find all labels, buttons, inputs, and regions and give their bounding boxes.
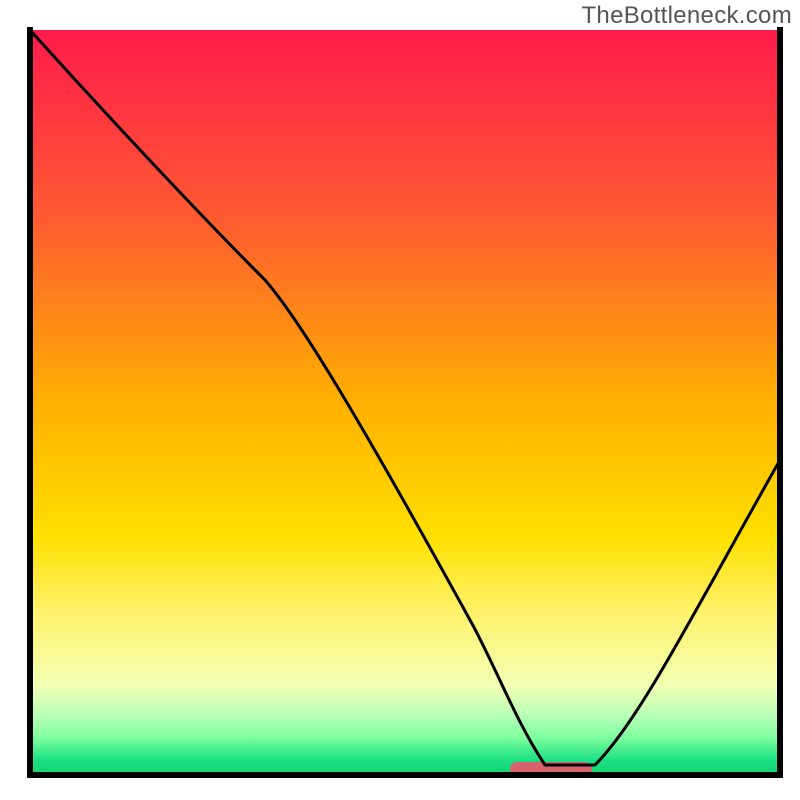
bottleneck-chart <box>0 0 800 800</box>
watermark-text: TheBottleneck.com <box>581 2 792 30</box>
chart-container: TheBottleneck.com <box>0 0 800 800</box>
